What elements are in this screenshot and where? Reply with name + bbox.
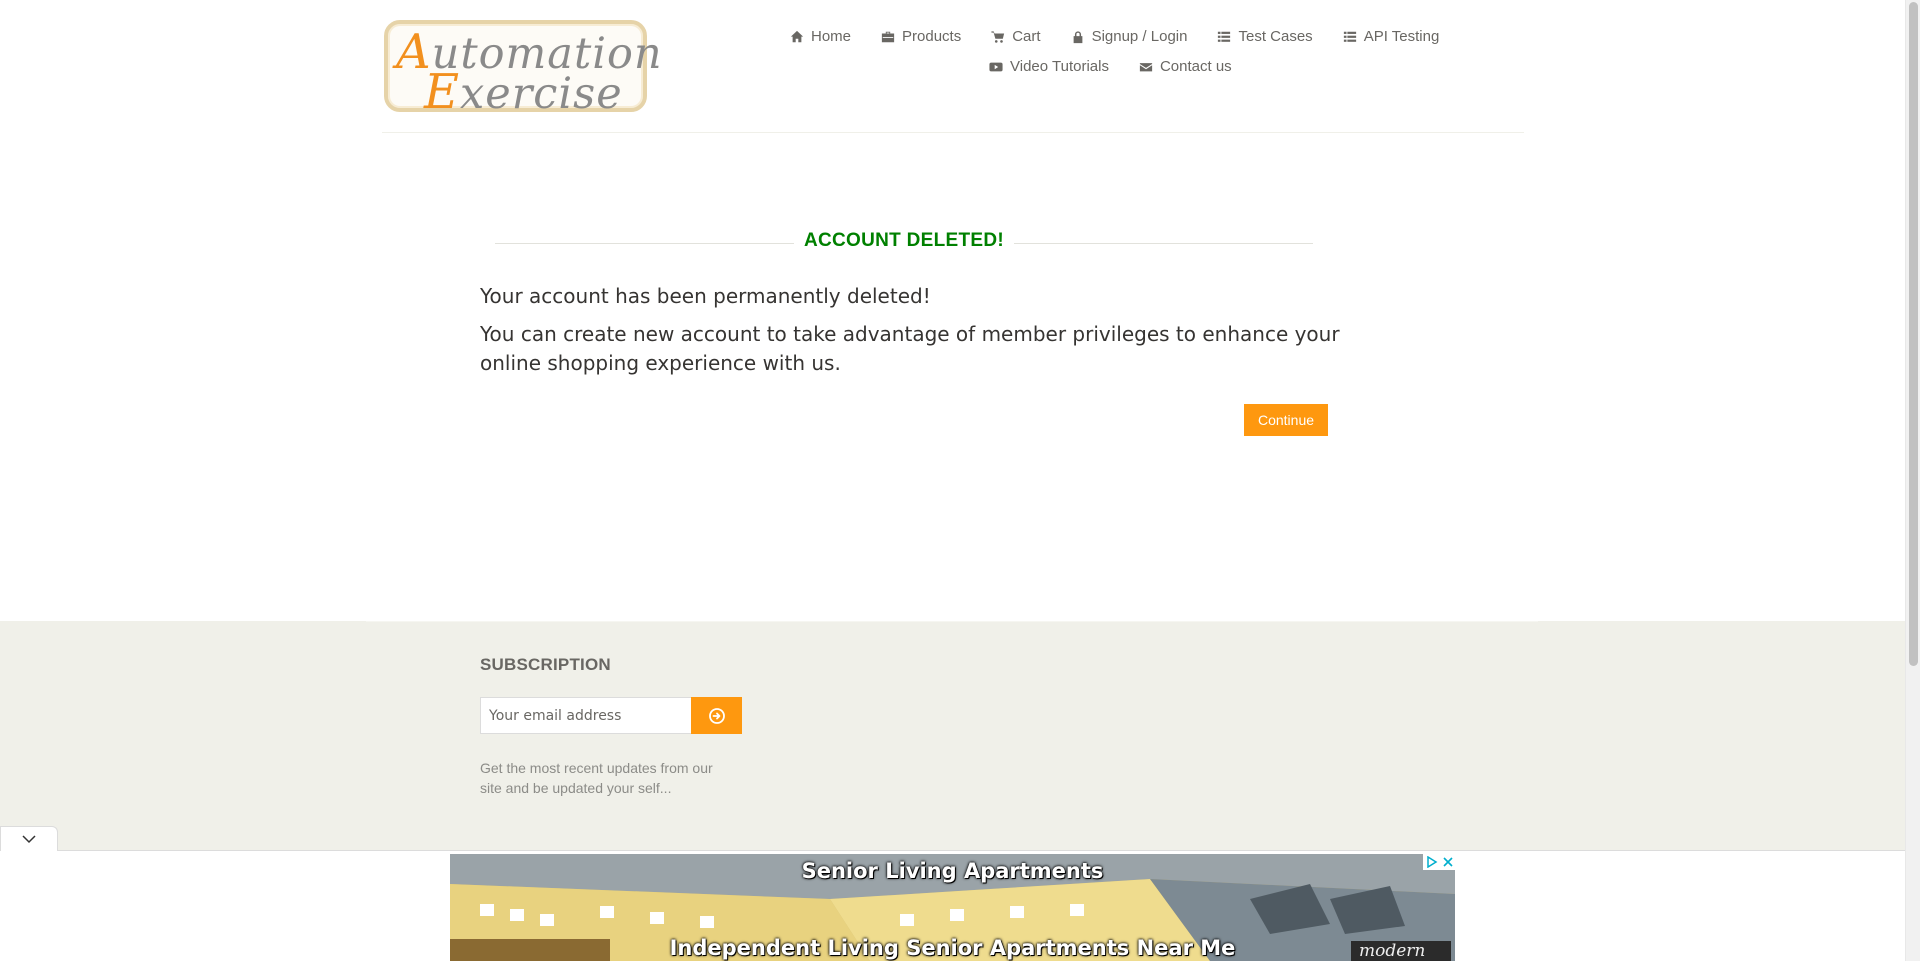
adchoices-icon[interactable] xyxy=(1426,856,1438,868)
nav-cart[interactable]: Cart xyxy=(991,28,1041,45)
nav-test-cases[interactable]: Test Cases xyxy=(1217,28,1313,45)
page-title: ACCOUNT DELETED! xyxy=(803,230,1005,251)
site-logo[interactable]: Automation Exercise xyxy=(384,20,662,116)
site-header: Automation Exercise Home Products Cart S… xyxy=(0,0,1905,133)
deleted-message: Your account has been permanently delete… xyxy=(480,284,931,308)
nav-row-secondary: Video Tutorials Contact us xyxy=(989,58,1232,75)
list-icon xyxy=(1343,31,1356,42)
page-scrollbar[interactable] xyxy=(1905,0,1920,961)
cart-icon xyxy=(991,30,1005,43)
ad-brand-logo: modern xyxy=(1351,941,1451,961)
account-deleted-heading: ACCOUNT DELETED! xyxy=(495,230,1313,256)
ad-headline: Senior Living Apartments xyxy=(801,859,1104,883)
scrollbar-thumb[interactable] xyxy=(1909,2,1918,666)
briefcase-icon xyxy=(881,31,895,42)
nav-video-tutorials[interactable]: Video Tutorials xyxy=(989,58,1109,75)
nav-home[interactable]: Home xyxy=(790,28,851,45)
youtube-play-icon xyxy=(989,62,1003,71)
continue-button[interactable]: Continue xyxy=(1244,404,1328,436)
home-icon xyxy=(790,30,804,42)
list-icon xyxy=(1218,31,1231,42)
footer-top-edge xyxy=(366,621,1538,622)
nav-products[interactable]: Products xyxy=(881,28,961,45)
ad-collapse-tab[interactable] xyxy=(0,826,58,851)
header-divider xyxy=(382,132,1524,133)
chevron-down-icon xyxy=(22,835,36,844)
ad-choices[interactable] xyxy=(1423,854,1455,870)
create-account-message: You can create new account to take advan… xyxy=(480,322,1340,375)
nav-api-testing[interactable]: API Testing xyxy=(1343,28,1439,45)
ad-subline: Independent Living Senior Apartments Nea… xyxy=(669,936,1236,960)
close-icon[interactable] xyxy=(1442,857,1453,867)
subscription-email-input[interactable] xyxy=(480,697,692,734)
lock-icon xyxy=(1073,30,1082,43)
envelope-icon xyxy=(1139,62,1153,71)
subscription-note: Get the most recent updates from our sit… xyxy=(480,760,713,796)
advertisement-banner[interactable]: Senior Living Apartments Independent Liv… xyxy=(450,854,1455,961)
nav-signup-login[interactable]: Signup / Login xyxy=(1071,28,1187,45)
subscription-title: SUBSCRIPTION xyxy=(480,655,611,674)
nav-contact-us[interactable]: Contact us xyxy=(1139,58,1232,75)
subscribe-button[interactable] xyxy=(691,697,742,734)
arrow-circle-right-icon xyxy=(708,707,725,724)
nav-row-primary: Home Products Cart Signup / Login Test C… xyxy=(790,28,1439,45)
